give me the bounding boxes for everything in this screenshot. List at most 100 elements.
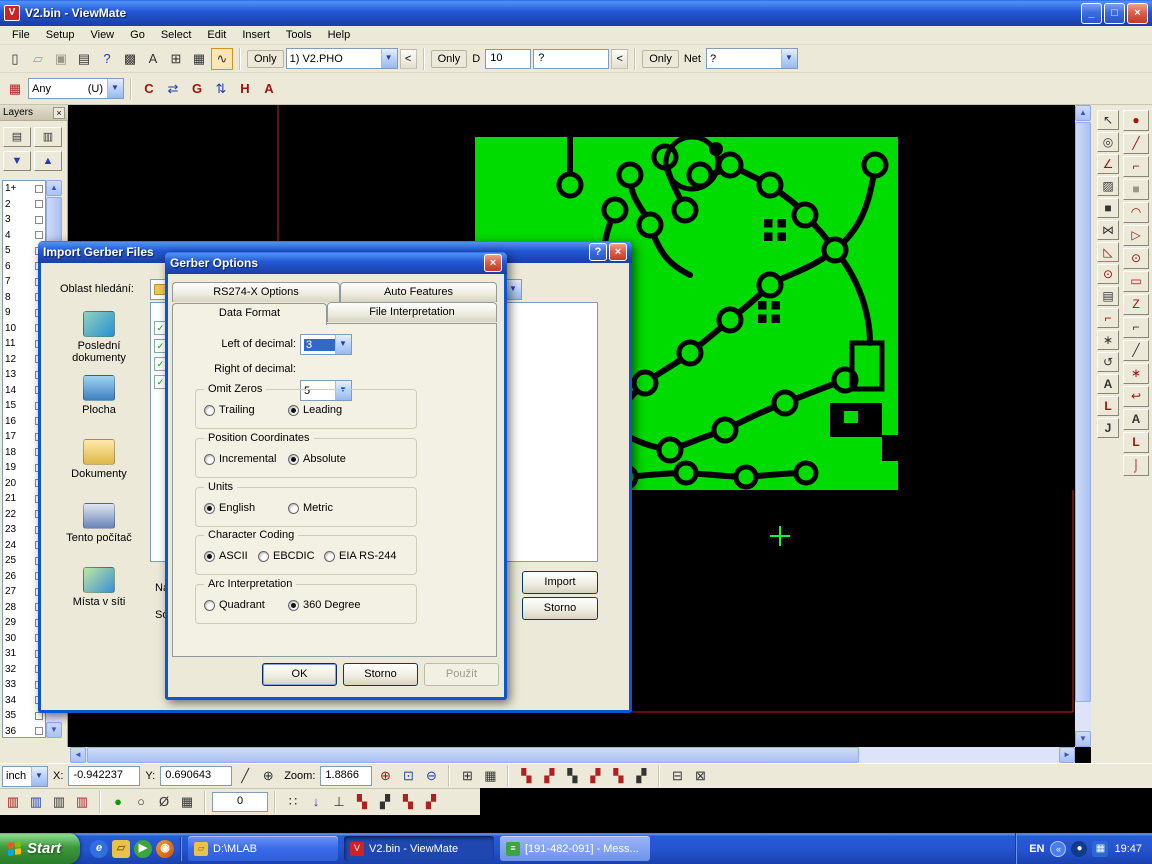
rotate-left-icon[interactable]: ↺: [1097, 352, 1119, 372]
scrollbar-thumb[interactable]: [87, 747, 859, 763]
task-button-mlab[interactable]: ▱ D:\MLAB: [188, 836, 338, 861]
language-indicator[interactable]: EN: [1029, 843, 1044, 855]
layer-list-icon[interactable]: ▤: [3, 127, 31, 147]
radio-360-degree[interactable]: 360 Degree: [288, 599, 361, 611]
radio-ebcdic[interactable]: EBCDIC: [258, 550, 315, 562]
layer-row[interactable]: 3: [3, 212, 45, 228]
left-of-decimal-combobox[interactable]: 3: [300, 334, 352, 355]
draw-text-icon[interactable]: A: [1123, 409, 1149, 430]
task-button-viewmate[interactable]: V V2.bin - ViewMate: [344, 836, 494, 861]
menu-item[interactable]: Edit: [199, 27, 234, 43]
scroll-down-icon[interactable]: ▼: [46, 722, 62, 738]
asterisk-tool-icon[interactable]: ∗: [1097, 330, 1119, 350]
l-tool-icon[interactable]: L: [1097, 396, 1119, 416]
menu-item[interactable]: Help: [320, 27, 359, 43]
zoom-window-icon[interactable]: ⊡: [397, 765, 419, 787]
internet-explorer-icon[interactable]: e: [90, 840, 108, 858]
snap-down-icon[interactable]: ↓: [305, 791, 327, 813]
messenger-tray-icon[interactable]: ●: [1071, 841, 1087, 857]
draw-pad-icon[interactable]: ●: [1123, 110, 1149, 131]
only-dcode-toggle[interactable]: Only: [431, 50, 468, 68]
menu-item[interactable]: Go: [122, 27, 153, 43]
radio-ascii[interactable]: ASCII: [204, 550, 248, 562]
angle-line-icon[interactable]: ∠: [1097, 154, 1119, 174]
text-a-icon[interactable]: A: [1097, 374, 1119, 394]
draw-triangle-icon[interactable]: ▷: [1123, 225, 1149, 246]
dot-grid-icon[interactable]: ∷: [282, 791, 304, 813]
text-select-icon[interactable]: A: [142, 48, 164, 70]
explorer-folder-icon[interactable]: ▱: [112, 840, 130, 858]
swap-horizontal-icon[interactable]: ⇄: [162, 78, 184, 100]
open-folder-icon[interactable]: ▱: [27, 48, 49, 70]
task-button-messenger[interactable]: ≡ [191-482-091] - Mess...: [500, 836, 650, 861]
import-button[interactable]: Import: [522, 571, 598, 594]
layer-combobox[interactable]: 1) V2.PHO: [286, 48, 398, 69]
tab-file-interpretation[interactable]: File Interpretation: [327, 302, 497, 322]
layer-color-swatch[interactable]: [35, 200, 43, 208]
draw-line-icon[interactable]: ╱: [1123, 133, 1149, 154]
bowtie-icon[interactable]: ⋈: [1097, 220, 1119, 240]
print-icon[interactable]: ▤: [73, 48, 95, 70]
wedge-icon[interactable]: ◺: [1097, 242, 1119, 262]
context-help-icon[interactable]: ?: [96, 48, 118, 70]
film-compare-1-icon[interactable]: ▚: [515, 765, 537, 787]
hatch-rect-icon[interactable]: ▨: [1097, 176, 1119, 196]
only-net-toggle[interactable]: Only: [642, 50, 679, 68]
place-item[interactable]: Dokumenty: [52, 435, 146, 499]
help-button[interactable]: ?: [589, 243, 607, 261]
new-file-icon[interactable]: ▯: [4, 48, 26, 70]
aperture-table-icon[interactable]: ⊞: [165, 48, 187, 70]
place-item[interactable]: Poslední dokumenty: [52, 307, 146, 371]
x-coordinate-value[interactable]: -0.942237: [68, 766, 140, 786]
scroll-right-icon[interactable]: ►: [1059, 747, 1075, 763]
zoom-out-icon[interactable]: ⊖: [420, 765, 442, 787]
storno-button[interactable]: Storno: [522, 597, 598, 620]
corner-step-icon[interactable]: ⌐: [1097, 308, 1119, 328]
probe-icon[interactable]: Ø: [153, 791, 175, 813]
draw-j-icon[interactable]: ⌡: [1123, 455, 1149, 476]
film-mix-icon[interactable]: ▥: [71, 791, 93, 813]
chevron-down-icon[interactable]: [381, 49, 397, 68]
tab-data-format[interactable]: Data Format: [172, 303, 327, 325]
dcode-input[interactable]: 10: [485, 49, 531, 69]
film-icon[interactable]: ▦: [4, 78, 26, 100]
chevron-down-icon[interactable]: [31, 767, 47, 786]
chevron-down-icon[interactable]: [505, 280, 521, 299]
canvas-horizontal-scrollbar[interactable]: ◄ ►: [70, 747, 1075, 763]
radio-eia-rs244[interactable]: EIA RS-244: [324, 550, 396, 562]
draw-square-icon[interactable]: ■: [1123, 179, 1149, 200]
menu-item[interactable]: View: [82, 27, 122, 43]
menu-item[interactable]: Insert: [234, 27, 278, 43]
radio-leading[interactable]: Leading: [288, 404, 342, 416]
radio-absolute[interactable]: Absolute: [288, 453, 346, 465]
layers-panel-close-icon[interactable]: ×: [53, 107, 65, 119]
pan-icon[interactable]: ⊟: [666, 765, 688, 787]
scroll-up-icon[interactable]: ▲: [46, 180, 62, 196]
radio-trailing[interactable]: Trailing: [204, 404, 255, 416]
origin-icon[interactable]: ⊕: [257, 765, 279, 787]
move-layer-down-icon[interactable]: ▼: [3, 151, 31, 171]
layer-row[interactable]: 1+: [3, 181, 45, 197]
radio-incremental[interactable]: Incremental: [204, 453, 276, 465]
target-icon[interactable]: ⊙: [1097, 264, 1119, 284]
g-tool-icon[interactable]: G: [186, 78, 208, 100]
measure-icon[interactable]: ╱: [234, 765, 256, 787]
film-red-icon[interactable]: ▥: [2, 791, 24, 813]
pattern-2-icon[interactable]: ▞: [374, 791, 396, 813]
menu-item[interactable]: Setup: [38, 27, 83, 43]
fit-icon[interactable]: ⊠: [689, 765, 711, 787]
radio-metric[interactable]: Metric: [288, 502, 333, 514]
circle-tool-icon[interactable]: ○: [130, 791, 152, 813]
layer-row[interactable]: 4: [3, 228, 45, 244]
canvas-vertical-scrollbar[interactable]: ▲ ▼: [1075, 105, 1091, 747]
grid-toggle-icon[interactable]: ▦: [176, 791, 198, 813]
film-compare-3-icon[interactable]: ▚: [561, 765, 583, 787]
draw-polyline-icon[interactable]: ⌐: [1123, 156, 1149, 177]
media-player-icon[interactable]: ▶: [134, 840, 152, 858]
scroll-up-icon[interactable]: ▲: [1075, 105, 1091, 121]
select-dcode-icon[interactable]: ▩: [119, 48, 141, 70]
layer-row[interactable]: 2: [3, 197, 45, 213]
waveform-icon[interactable]: ∿: [211, 48, 233, 70]
c-tool-icon[interactable]: C: [138, 78, 160, 100]
scrollbar-thumb[interactable]: [1075, 122, 1091, 702]
